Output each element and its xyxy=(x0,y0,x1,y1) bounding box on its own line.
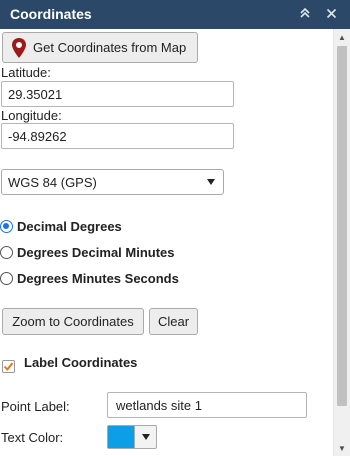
datum-select[interactable]: WGS 84 (GPS) xyxy=(1,169,224,195)
longitude-input[interactable]: -94.89262 xyxy=(1,123,234,149)
close-icon[interactable] xyxy=(322,4,340,22)
zoom-button-label: Zoom to Coordinates xyxy=(12,314,134,329)
get-coordinates-from-map-button[interactable]: Get Coordinates from Map xyxy=(2,32,198,63)
label-coordinates-checkbox[interactable] xyxy=(2,360,15,373)
datum-selected: WGS 84 (GPS) xyxy=(8,174,97,190)
radio-button[interactable] xyxy=(0,245,13,259)
latitude-label: Latitude: xyxy=(1,65,51,80)
scrollbar-thumb[interactable] xyxy=(337,46,347,406)
text-color-label: Text Color: xyxy=(1,430,64,445)
point-label-label: Point Label: xyxy=(1,399,70,414)
panel-header: Coordinates xyxy=(0,0,350,29)
checkmark-icon xyxy=(3,362,14,372)
scroll-up-arrow-icon[interactable]: ▲ xyxy=(334,30,350,44)
text-color-picker[interactable] xyxy=(107,425,157,449)
label-coordinates-label: Label Coordinates xyxy=(24,355,138,370)
clear-button-label: Clear xyxy=(157,314,190,329)
map-marker-icon xyxy=(11,37,27,59)
format-option-label: Degrees Minutes Seconds xyxy=(17,270,179,286)
latitude-value: 29.35021 xyxy=(8,86,63,102)
longitude-label: Longitude: xyxy=(1,108,62,123)
longitude-value: -94.89262 xyxy=(8,128,67,144)
radio-button[interactable] xyxy=(0,271,13,285)
radio-button[interactable] xyxy=(0,219,13,233)
clear-button[interactable]: Clear xyxy=(149,308,198,335)
point-label-value: wetlands site 1 xyxy=(116,397,202,413)
format-degrees-decimal-minutes[interactable]: Degrees Decimal Minutes xyxy=(0,243,175,261)
color-swatch xyxy=(108,426,134,448)
double-chevron-up-icon[interactable] xyxy=(296,4,314,22)
chevron-down-icon xyxy=(134,426,156,448)
point-label-input[interactable]: wetlands site 1 xyxy=(107,392,307,418)
panel-title: Coordinates xyxy=(10,6,92,22)
format-option-label: Decimal Degrees xyxy=(17,218,122,234)
latitude-input[interactable]: 29.35021 xyxy=(1,81,234,107)
scroll-down-arrow-icon[interactable]: ▼ xyxy=(334,441,350,455)
zoom-to-coordinates-button[interactable]: Zoom to Coordinates xyxy=(2,308,144,335)
format-option-label: Degrees Decimal Minutes xyxy=(17,244,175,260)
vertical-scrollbar[interactable]: ▲ ▼ xyxy=(333,29,350,456)
get-coordinates-label: Get Coordinates from Map xyxy=(33,40,187,55)
format-degrees-minutes-seconds[interactable]: Degrees Minutes Seconds xyxy=(0,269,179,287)
format-decimal-degrees[interactable]: Decimal Degrees xyxy=(0,217,122,235)
coordinates-panel-body: Get Coordinates from Map Latitude: 29.35… xyxy=(0,29,333,456)
chevron-down-icon xyxy=(207,179,215,185)
